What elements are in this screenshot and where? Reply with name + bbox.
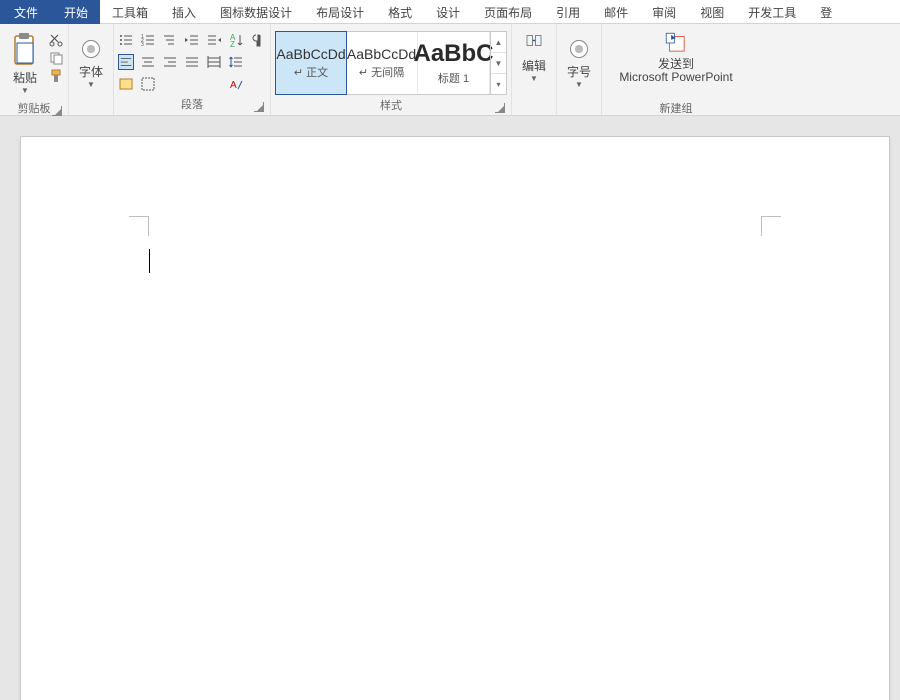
chevron-down-icon: ▼ <box>530 74 538 83</box>
format-painter-button[interactable] <box>48 68 64 84</box>
ribbon-tabbar: 文件 开始 工具箱 插入 图标数据设计 布局设计 格式 设计 页面布局 引用 邮… <box>0 0 900 24</box>
copy-icon <box>48 50 64 66</box>
style-preview: AaBbC <box>414 40 494 68</box>
gallery-more-button[interactable]: ▾ <box>491 74 506 94</box>
paste-button[interactable]: 粘贴 ▼ <box>4 28 46 98</box>
bullets-button[interactable] <box>118 32 134 48</box>
font-dropdown[interactable]: 字体 ▼ <box>73 28 109 98</box>
clipboard-launcher[interactable] <box>52 106 62 116</box>
style-normal[interactable]: AaBbCcDd ↵ 正文 <box>275 31 347 95</box>
document-area[interactable] <box>0 116 900 700</box>
group-symbol: 字号 ▼ <box>557 24 602 115</box>
style-name-label: 正文 <box>306 67 328 79</box>
tab-design[interactable]: 设计 <box>424 0 472 24</box>
style-name-label: 标题 1 <box>438 70 469 86</box>
shading-button[interactable] <box>118 76 134 92</box>
tab-format[interactable]: 格式 <box>376 0 424 24</box>
text-cursor <box>149 249 150 273</box>
tab-insert[interactable]: 插入 <box>160 0 208 24</box>
style-no-spacing[interactable]: AaBbCcDd ↵ 无间隔 <box>346 32 418 94</box>
asian-layout-button[interactable]: A <box>228 76 244 92</box>
find-icon <box>518 30 550 58</box>
styles-gallery-scroll: ▲ ▼ ▾ <box>490 32 506 94</box>
tab-view[interactable]: 视图 <box>688 0 736 24</box>
margin-corner-tl <box>129 216 149 236</box>
tab-review[interactable]: 审阅 <box>640 0 688 24</box>
tab-developer[interactable]: 开发工具 <box>736 0 808 24</box>
scissors-icon <box>48 32 64 48</box>
gallery-down-button[interactable]: ▼ <box>491 53 506 74</box>
chevron-down-icon: ▼ <box>87 80 95 89</box>
styles-launcher[interactable] <box>495 103 505 113</box>
group-newgroup-label: 新建组 <box>660 103 693 115</box>
show-marks-button[interactable] <box>250 32 266 48</box>
tab-page-layout[interactable]: 页面布局 <box>472 0 544 24</box>
align-justify-button[interactable] <box>184 54 200 70</box>
send-to-powerpoint-button[interactable]: 发送到 Microsoft PowerPoint <box>606 28 746 98</box>
chevron-down-icon: ▼ <box>575 80 583 89</box>
group-editing: 编辑 ▼ <box>512 24 557 115</box>
chevron-down-icon: ▼ <box>21 86 29 95</box>
cut-button[interactable] <box>48 32 64 48</box>
paste-label: 粘贴 <box>13 72 37 85</box>
svg-text:Z: Z <box>230 40 235 48</box>
tab-toolbox[interactable]: 工具箱 <box>100 0 160 24</box>
group-styles: AaBbCcDd ↵ 正文 AaBbCcDd ↵ 无间隔 AaBbC 标题 1 … <box>271 24 512 115</box>
sort-button[interactable]: AZ <box>228 32 244 48</box>
symbol-label: 字号 <box>567 66 591 79</box>
borders-button[interactable] <box>140 76 156 92</box>
gallery-up-button[interactable]: ▲ <box>491 32 506 53</box>
tab-home[interactable]: 开始 <box>52 0 100 24</box>
copy-button[interactable] <box>48 50 64 66</box>
increase-indent-button[interactable] <box>206 32 222 48</box>
symbol-dropdown[interactable]: 字号 ▼ <box>561 28 597 98</box>
style-preview: AaBbCcDd <box>347 46 416 62</box>
distributed-button[interactable] <box>206 54 222 70</box>
tab-layout-design[interactable]: 布局设计 <box>304 0 376 24</box>
decrease-indent-button[interactable] <box>184 32 200 48</box>
ribbon: 粘贴 ▼ 剪贴板 字体 ▼ 123 <box>0 24 900 116</box>
multilevel-list-button[interactable] <box>162 32 178 48</box>
align-center-button[interactable] <box>140 54 156 70</box>
group-clipboard: 粘贴 ▼ 剪贴板 <box>0 24 69 115</box>
group-paragraph: 123 AZ <box>114 24 271 115</box>
send-to-powerpoint-icon <box>660 30 692 56</box>
send-to-target-label: Microsoft PowerPoint <box>619 71 732 84</box>
font-label: 字体 <box>79 66 103 79</box>
group-newgroup: 发送到 Microsoft PowerPoint 新建组 <box>602 24 750 115</box>
align-left-button[interactable] <box>118 54 134 70</box>
group-paragraph-label: 段落 <box>181 99 203 111</box>
brush-icon <box>48 68 64 84</box>
styles-gallery: AaBbCcDd ↵ 正文 AaBbCcDd ↵ 无间隔 AaBbC 标题 1 … <box>275 31 507 95</box>
group-styles-label: 样式 <box>380 100 402 112</box>
circle-icon <box>570 40 588 58</box>
editing-dropdown[interactable]: 编辑 ▼ <box>516 28 552 98</box>
tab-file[interactable]: 文件 <box>0 0 52 24</box>
svg-text:3: 3 <box>141 42 144 48</box>
editing-label: 编辑 <box>522 60 546 73</box>
document-page[interactable] <box>20 136 890 700</box>
circle-icon <box>82 40 100 58</box>
style-heading-1[interactable]: AaBbC 标题 1 <box>418 32 490 94</box>
tab-icon-data-design[interactable]: 图标数据设计 <box>208 0 304 24</box>
group-font: 字体 ▼ <box>69 24 114 115</box>
svg-text:A: A <box>230 80 237 91</box>
style-name-label: 无间隔 <box>371 67 404 79</box>
align-right-button[interactable] <box>162 54 178 70</box>
paragraph-launcher[interactable] <box>254 102 264 112</box>
tab-references[interactable]: 引用 <box>544 0 592 24</box>
tab-mailings[interactable]: 邮件 <box>592 0 640 24</box>
style-preview: AaBbCcDd <box>276 46 345 62</box>
paste-icon <box>9 30 41 70</box>
margin-corner-tr <box>761 216 781 236</box>
group-clipboard-label: 剪贴板 <box>18 103 51 115</box>
numbering-button[interactable]: 123 <box>140 32 156 48</box>
line-spacing-button[interactable] <box>228 54 244 70</box>
tab-signin[interactable]: 登 <box>808 0 844 24</box>
